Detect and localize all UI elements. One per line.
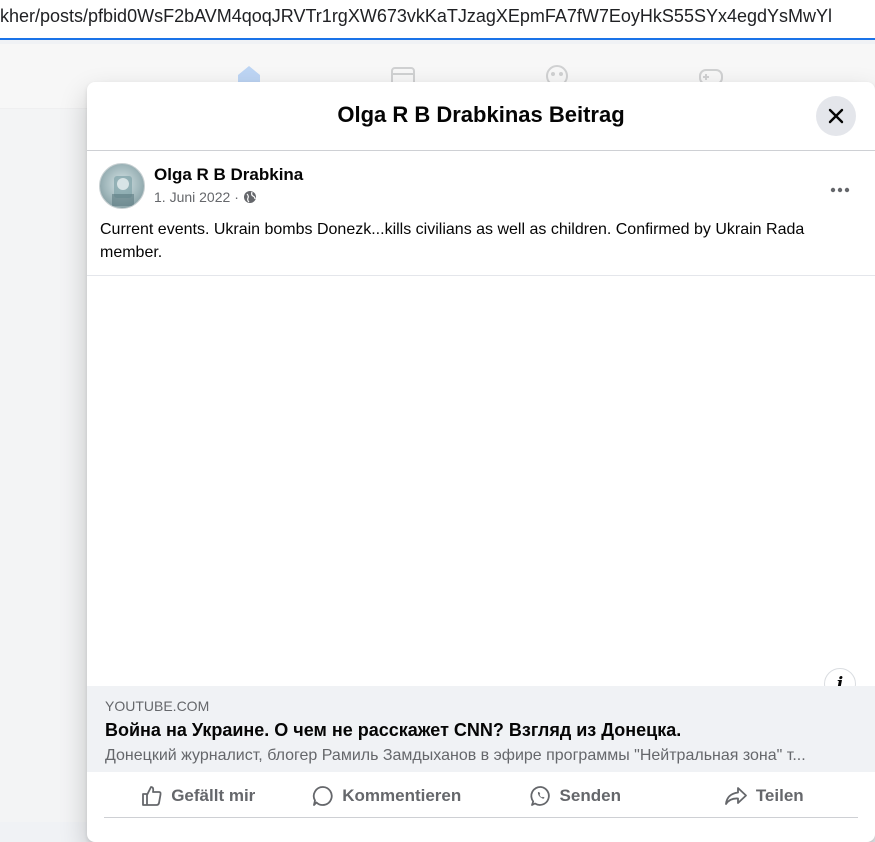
link-domain: YOUTUBE.COM bbox=[105, 698, 210, 714]
link-description: Донецкий журналист, блогер Рамиль Замдых… bbox=[105, 747, 806, 764]
link-preview[interactable]: YOUTUBE.COM Война на Украине. О чем не р… bbox=[87, 686, 875, 772]
comment-icon bbox=[313, 786, 333, 806]
globe-icon[interactable] bbox=[243, 190, 257, 204]
close-button[interactable] bbox=[816, 96, 856, 136]
link-title[interactable]: Война на Украине. О чем не расскажет CNN… bbox=[105, 720, 681, 741]
share-arrow-icon bbox=[724, 787, 747, 805]
whatsapp-icon bbox=[530, 786, 550, 806]
post-header: Olga R B Drabkina 1. Juni 2022 · bbox=[87, 151, 875, 215]
post-actions-bar: Gefällt mir Kommentieren Senden Teilen bbox=[104, 775, 858, 818]
browser-address-bar[interactable]: kher/posts/pfbid0WsF2bAVM4qoqJRVTr1rgXW6… bbox=[0, 0, 875, 40]
comment-label: Kommentieren bbox=[342, 786, 462, 805]
avatar-image bbox=[112, 176, 134, 206]
like-button[interactable]: Gefällt mir bbox=[104, 775, 293, 817]
post-text: Current events. Ukrain bombs Donezk...ki… bbox=[100, 221, 805, 261]
more-options-button[interactable] bbox=[822, 172, 858, 208]
post-dialog: Olga R B Drabkinas Beitrag Olga R B Drab… bbox=[87, 82, 875, 842]
dialog-title: Olga R B Drabkinas Beitrag bbox=[337, 102, 625, 127]
author-name[interactable]: Olga R B Drabkina bbox=[154, 165, 303, 185]
send-button[interactable]: Senden bbox=[481, 775, 670, 817]
share-button[interactable]: Teilen bbox=[670, 775, 859, 817]
comment-button[interactable]: Kommentieren bbox=[293, 775, 482, 817]
post-meta: 1. Juni 2022 · bbox=[154, 189, 257, 205]
like-label: Gefällt mir bbox=[171, 786, 256, 805]
avatar[interactable] bbox=[99, 163, 145, 209]
url-text[interactable]: kher/posts/pfbid0WsF2bAVM4qoqJRVTr1rgXW6… bbox=[0, 6, 832, 27]
share-label: Teilen bbox=[755, 786, 804, 805]
video-embed[interactable] bbox=[87, 275, 875, 687]
dialog-header: Olga R B Drabkinas Beitrag bbox=[87, 82, 875, 151]
post-date[interactable]: 1. Juni 2022 bbox=[154, 189, 230, 205]
thumbs-up-icon bbox=[142, 786, 162, 806]
close-icon bbox=[828, 108, 844, 124]
send-label: Senden bbox=[559, 786, 621, 805]
meta-separator: · bbox=[234, 189, 239, 205]
more-horizontal-icon bbox=[830, 187, 850, 193]
